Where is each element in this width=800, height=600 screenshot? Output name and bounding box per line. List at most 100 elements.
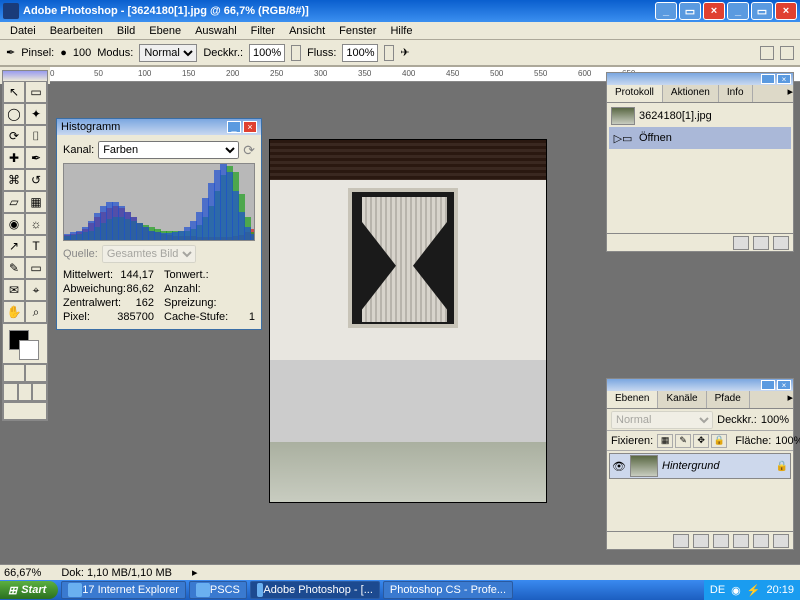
menu-ansicht[interactable]: Ansicht — [283, 24, 331, 38]
flow-arrow[interactable] — [384, 45, 394, 61]
shape-tool[interactable]: ▭ — [25, 257, 47, 279]
tab-protokoll[interactable]: Protokoll — [607, 85, 663, 102]
new-layer-icon[interactable] — [753, 534, 769, 548]
screen-mode-1-icon[interactable] — [3, 383, 18, 401]
start-button[interactable]: ⊞ Start — [0, 581, 58, 599]
screen-mode-2-icon[interactable] — [18, 383, 33, 401]
healing-tool[interactable]: ✚ — [3, 147, 25, 169]
menu-auswahl[interactable]: Auswahl — [189, 24, 243, 38]
layer-blend-select[interactable]: Normal — [611, 411, 713, 429]
wand-tool[interactable]: ✦ — [25, 103, 47, 125]
doc-size[interactable]: Dok: 1,10 MB/1,10 MB — [61, 567, 172, 579]
task-photoshop[interactable]: Adobe Photoshop - [... — [250, 581, 380, 599]
brush-tool-icon[interactable]: ✒ — [6, 46, 15, 59]
histogram-titlebar[interactable]: Histogramm _ × — [57, 119, 261, 135]
source-select[interactable]: Gesamtes Bild — [102, 245, 196, 263]
adjustment-layer-icon[interactable] — [733, 534, 749, 548]
history-close-button[interactable]: × — [777, 74, 791, 84]
lock-paint-icon[interactable]: ✎ — [675, 434, 691, 448]
hand-tool[interactable]: ✋ — [3, 301, 25, 323]
layer-row[interactable]: 👁 Hintergrund 🔒 — [609, 453, 791, 479]
blur-tool[interactable]: ◉ — [3, 213, 25, 235]
eraser-tool[interactable]: ▱ — [3, 191, 25, 213]
slice-tool[interactable]: ⌷ — [25, 125, 47, 147]
new-document-icon[interactable] — [733, 236, 749, 250]
document-canvas[interactable] — [270, 140, 546, 502]
stamp-tool[interactable]: ⌘ — [3, 169, 25, 191]
lock-transparency-icon[interactable]: ▦ — [657, 434, 673, 448]
delete-layer-icon[interactable] — [773, 534, 789, 548]
opacity-arrow[interactable] — [291, 45, 301, 61]
minimize-button[interactable]: _ — [655, 2, 677, 20]
new-snapshot-icon[interactable] — [753, 236, 769, 250]
doc-restore-button[interactable]: ▭ — [751, 2, 773, 20]
toolbox-header[interactable] — [3, 71, 47, 81]
tab-ebenen[interactable]: Ebenen — [607, 391, 658, 408]
notes-tool[interactable]: ✉ — [3, 279, 25, 301]
layer-opacity-value[interactable]: 100% — [761, 414, 789, 426]
background-color[interactable] — [19, 340, 39, 360]
doc-minimize-button[interactable]: _ — [727, 2, 749, 20]
move-tool[interactable]: ↖ — [3, 81, 25, 103]
trash-icon[interactable] — [773, 236, 789, 250]
doc-close-button[interactable]: × — [775, 2, 797, 20]
marquee-tool[interactable]: ▭ — [25, 81, 47, 103]
zoom-tool[interactable]: ⌕ — [25, 301, 47, 323]
flow-input[interactable] — [342, 44, 378, 62]
opacity-input[interactable] — [249, 44, 285, 62]
menu-filter[interactable]: Filter — [245, 24, 281, 38]
history-step[interactable]: ▷▭ Öffnen — [609, 127, 791, 149]
task-ie[interactable]: 17 Internet Explorer — [61, 581, 186, 599]
history-brush-tool[interactable]: ↺ — [25, 169, 47, 191]
airbrush-icon[interactable]: ✈ — [400, 46, 409, 59]
visibility-icon[interactable]: 👁 — [612, 460, 626, 473]
brush-tool[interactable]: ✒ — [25, 147, 47, 169]
lasso-tool[interactable]: ◯ — [3, 103, 25, 125]
crop-tool[interactable]: ⟳ — [3, 125, 25, 147]
file-browser-icon[interactable] — [780, 46, 794, 60]
fill-value[interactable]: 100% — [775, 435, 800, 447]
pen-tool[interactable]: ✎ — [3, 257, 25, 279]
lock-all-icon[interactable]: 🔒 — [711, 434, 727, 448]
tray-lang[interactable]: DE — [710, 584, 725, 596]
type-tool[interactable]: T — [25, 235, 47, 257]
blend-mode-select[interactable]: Normal — [139, 44, 197, 62]
layer-style-icon[interactable] — [673, 534, 689, 548]
tray-icon-1[interactable]: ◉ — [731, 584, 741, 597]
histogram-close-button[interactable]: × — [243, 121, 257, 133]
layers-menu-icon[interactable]: ▸ — [787, 391, 793, 408]
channel-select[interactable]: Farben — [98, 141, 239, 159]
tab-kanaele[interactable]: Kanäle — [658, 391, 706, 408]
new-set-icon[interactable] — [713, 534, 729, 548]
history-minimize-button[interactable]: _ — [761, 74, 775, 84]
tab-pfade[interactable]: Pfade — [707, 391, 750, 408]
jump-to-imageready-icon[interactable] — [3, 402, 47, 420]
task-help[interactable]: Photoshop CS - Profe... — [383, 581, 513, 599]
history-snapshot[interactable]: 3624180[1].jpg — [609, 105, 791, 127]
gradient-tool[interactable]: ▦ — [25, 191, 47, 213]
layers-close-button[interactable]: × — [777, 380, 791, 390]
panel-menu-icon[interactable]: ▸ — [787, 85, 793, 102]
lock-position-icon[interactable]: ✥ — [693, 434, 709, 448]
menu-ebene[interactable]: Ebene — [143, 24, 187, 38]
menu-bearbeiten[interactable]: Bearbeiten — [44, 24, 109, 38]
menu-fenster[interactable]: Fenster — [333, 24, 382, 38]
task-pscs[interactable]: PSCS — [189, 581, 247, 599]
standard-mode-icon[interactable] — [3, 364, 25, 382]
quickmask-mode-icon[interactable] — [25, 364, 47, 382]
layers-minimize-button[interactable]: _ — [761, 380, 775, 390]
path-tool[interactable]: ↗ — [3, 235, 25, 257]
zoom-level[interactable]: 66,67% — [4, 567, 41, 579]
menu-datei[interactable]: Datei — [4, 24, 42, 38]
eyedropper-tool[interactable]: ⌖ — [25, 279, 47, 301]
tab-aktionen[interactable]: Aktionen — [663, 85, 719, 102]
palette-well-icon[interactable] — [760, 46, 774, 60]
tray-clock[interactable]: 20:19 — [766, 584, 794, 596]
tray-icon-2[interactable]: ⚡ — [747, 584, 761, 597]
close-button[interactable]: × — [703, 2, 725, 20]
menu-hilfe[interactable]: Hilfe — [384, 24, 418, 38]
restore-button[interactable]: ▭ — [679, 2, 701, 20]
screen-mode-3-icon[interactable] — [32, 383, 47, 401]
brush-preview[interactable]: ● — [60, 47, 67, 59]
layer-mask-icon[interactable] — [693, 534, 709, 548]
